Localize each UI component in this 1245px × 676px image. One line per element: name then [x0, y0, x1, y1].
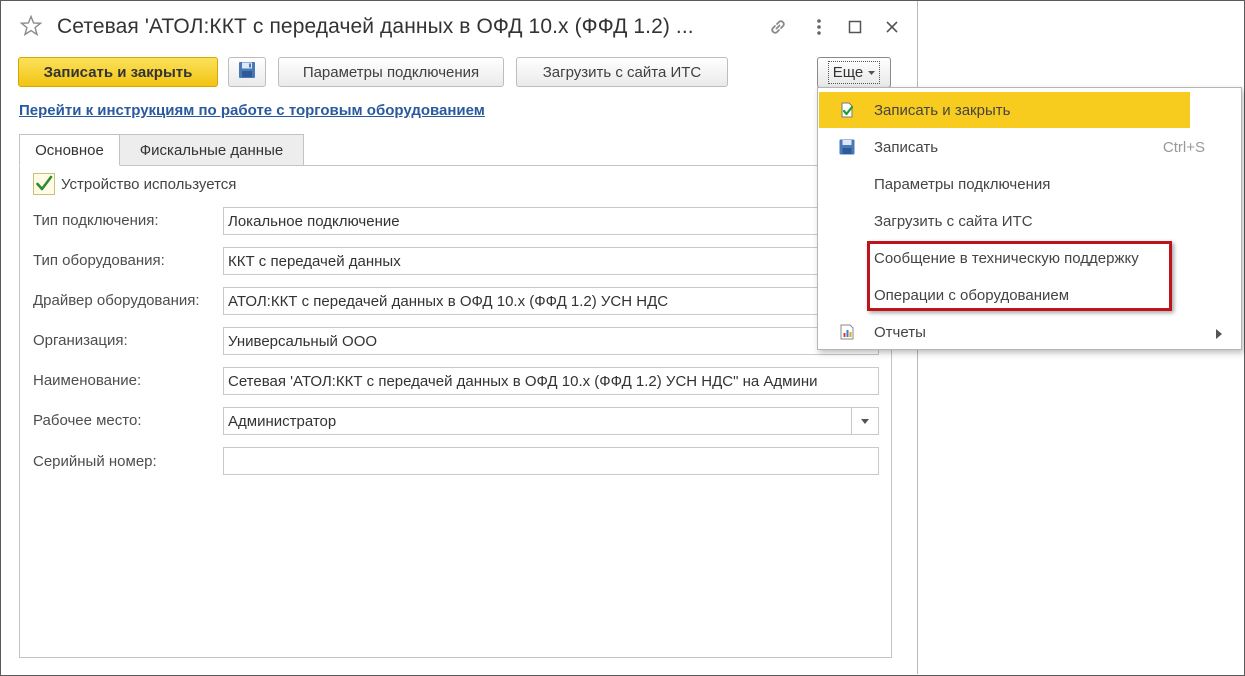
more-menu: Записать и закрыть Записать Ctrl+S Парам… [817, 87, 1242, 350]
workplace-field[interactable]: Администратор [223, 407, 879, 435]
device-used-label: Устройство используется [61, 176, 237, 193]
menu-item-label: Записать и закрыть [874, 101, 1011, 119]
chevron-down-icon [861, 418, 869, 424]
connection-type-label: Тип подключения: [33, 212, 159, 229]
name-label: Наименование: [33, 372, 142, 389]
equipment-driver-label: Драйвер оборудования: [33, 292, 200, 309]
menu-item-label: Операции с оборудованием [874, 286, 1070, 304]
toolbar: Записать и закрыть Параметры подключения… [1, 57, 917, 93]
submenu-arrow-icon [1216, 326, 1222, 343]
form-window: Сетевая 'АТОЛ:ККТ с передачей данных в О… [1, 1, 918, 674]
menu-item-connection-params[interactable]: Параметры подключения [819, 166, 1240, 202]
menu-item-label: Отчеты [874, 323, 926, 341]
name-field[interactable]: Сетевая 'АТОЛ:ККТ с передачей данных в О… [223, 367, 879, 395]
form-title: Сетевая 'АТОЛ:ККТ с передачей данных в О… [57, 15, 694, 38]
link-icon[interactable] [766, 15, 790, 39]
menu-item-load-from-its[interactable]: Загрузить с сайта ИТС [819, 203, 1240, 239]
menu-item-label: Записать [874, 138, 939, 156]
load-from-its-button[interactable]: Загрузить с сайта ИТС [516, 57, 728, 87]
menu-item-label: Сообщение в техническую поддержку [874, 249, 1139, 267]
more-button-inner: Еще [827, 61, 881, 84]
workplace-dropdown-button[interactable] [851, 408, 878, 434]
organization-field[interactable]: Универсальный ООО [223, 327, 879, 355]
serial-number-field[interactable] [223, 447, 879, 475]
equipment-instructions-link[interactable]: Перейти к инструкциям по работе с торгов… [19, 102, 485, 119]
equipment-type-label: Тип оборудования: [33, 252, 165, 269]
floppy-disk-icon [238, 61, 256, 83]
save-and-close-button[interactable]: Записать и закрыть [18, 57, 218, 87]
floppy-disk-icon [839, 139, 855, 155]
connection-type-field[interactable]: Локальное подключение [223, 207, 879, 235]
equipment-driver-field[interactable]: АТОЛ:ККТ с передачей данных в ОФД 10.х (… [223, 287, 879, 315]
more-button[interactable]: Еще [817, 57, 891, 88]
workplace-label: Рабочее место: [33, 412, 142, 429]
star-icon[interactable] [19, 14, 43, 38]
more-vertical-icon[interactable] [807, 15, 831, 39]
device-used-checkbox[interactable] [33, 173, 55, 195]
chevron-down-icon [868, 70, 876, 75]
menu-item-label: Параметры подключения [874, 175, 1051, 193]
title-bar: Сетевая 'АТОЛ:ККТ с передачей данных в О… [1, 1, 917, 53]
organization-label: Организация: [33, 332, 128, 349]
save-and-close-icon [839, 102, 855, 118]
close-icon[interactable] [880, 15, 904, 39]
report-icon [839, 324, 855, 340]
menu-item-save[interactable]: Записать Ctrl+S [819, 129, 1240, 165]
tab-fiscal-data[interactable]: Фискальные данные [119, 134, 304, 166]
save-button[interactable] [228, 57, 266, 87]
serial-number-label: Серийный номер: [33, 453, 157, 470]
equipment-type-field[interactable]: ККТ с передачей данных [223, 247, 879, 275]
menu-item-save-and-close[interactable]: Записать и закрыть [819, 92, 1190, 128]
maximize-icon[interactable] [843, 15, 867, 39]
connection-params-button[interactable]: Параметры подключения [278, 57, 504, 87]
more-button-label: Еще [832, 64, 864, 81]
menu-item-equipment-operations[interactable]: Операции с оборудованием [819, 277, 1240, 313]
menu-item-support-message[interactable]: Сообщение в техническую поддержку [819, 240, 1240, 276]
menu-item-shortcut: Ctrl+S [1162, 138, 1205, 156]
menu-item-reports[interactable]: Отчеты [819, 314, 1240, 350]
workplace-value: Администратор [228, 412, 337, 430]
menu-item-label: Загрузить с сайта ИТС [874, 212, 1033, 230]
tab-main[interactable]: Основное [19, 134, 120, 166]
